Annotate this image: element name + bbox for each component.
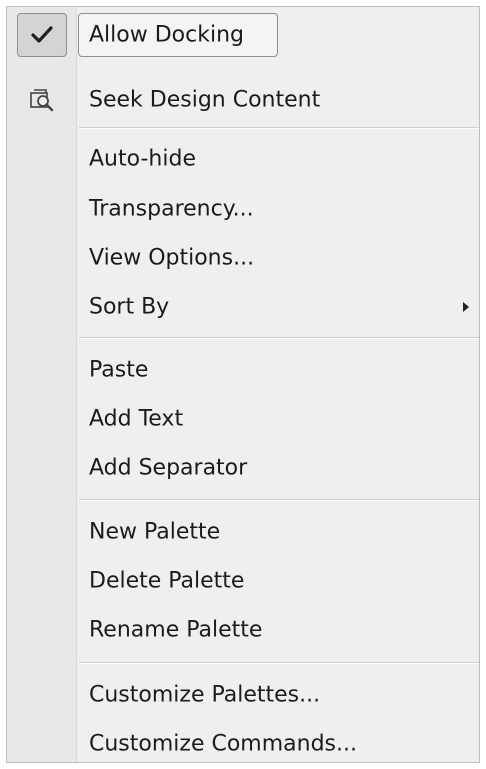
menu-item-label: Paste (89, 357, 149, 383)
seek-design-content-icon (7, 78, 77, 122)
menu-item-label: New Palette (89, 519, 221, 545)
menu-item-add-separator[interactable]: Add Separator (7, 446, 479, 490)
menu-item-label: Allow Docking (89, 22, 244, 48)
menu-item-seek-design-content[interactable]: Seek Design Content (7, 78, 479, 122)
menu-item-delete-palette[interactable]: Delete Palette (7, 559, 479, 603)
menu-separator (79, 499, 479, 501)
menu-item-label: Transparency... (89, 196, 254, 222)
menu-item-customize-palettes[interactable]: Customize Palettes... (7, 673, 479, 717)
menu-separator (79, 662, 479, 664)
menu-separator (79, 337, 479, 339)
menu-item-label: Sort By (89, 294, 170, 320)
menu-item-label: Delete Palette (89, 568, 245, 594)
menu-item-sort-by[interactable]: Sort By (7, 285, 479, 329)
menu-item-label: Add Separator (89, 455, 248, 481)
menu-item-label: Rename Palette (89, 617, 263, 643)
submenu-arrow-icon (463, 302, 469, 312)
menu-item-new-palette[interactable]: New Palette (7, 510, 479, 554)
menu-item-customize-commands[interactable]: Customize Commands... (7, 722, 479, 766)
menu-item-allow-docking[interactable]: Allow Docking (7, 13, 479, 57)
menu-separator (79, 127, 479, 129)
menu-item-label: Customize Palettes... (89, 682, 321, 708)
menu-item-label: Customize Commands... (89, 731, 357, 757)
menu-item-auto-hide[interactable]: Auto-hide (7, 137, 479, 181)
menu-item-label: Seek Design Content (89, 87, 321, 113)
menu-item-add-text[interactable]: Add Text (7, 397, 479, 441)
menu-item-rename-palette[interactable]: Rename Palette (7, 608, 479, 652)
context-menu: Allow Docking Seek Design Content Auto-h… (6, 6, 480, 763)
menu-item-label: View Options... (89, 245, 255, 271)
menu-item-view-options[interactable]: View Options... (7, 236, 479, 280)
menu-item-paste[interactable]: Paste (7, 348, 479, 392)
menu-item-label: Auto-hide (89, 146, 196, 172)
menu-item-label: Add Text (89, 406, 184, 432)
menu-item-transparency[interactable]: Transparency... (7, 187, 479, 231)
